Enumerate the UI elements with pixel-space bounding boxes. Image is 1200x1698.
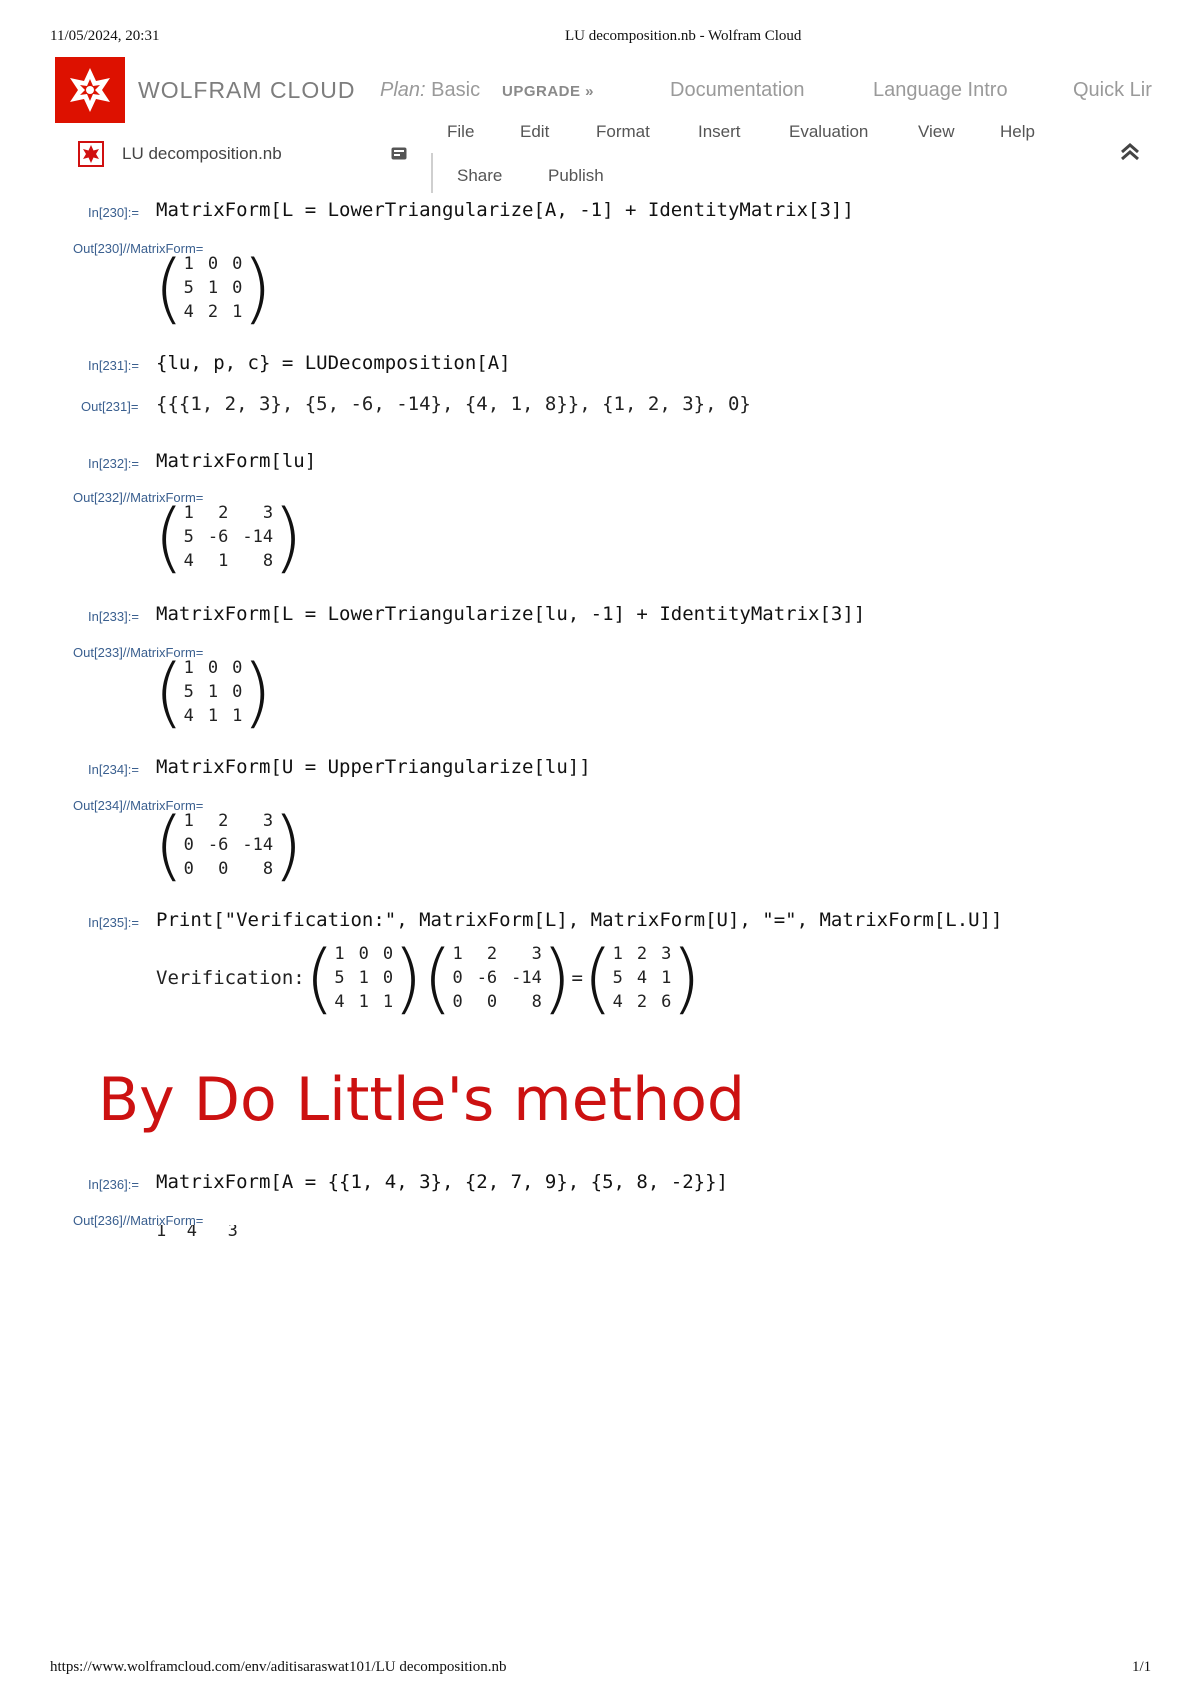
menu-format[interactable]: Format — [596, 122, 650, 142]
output-matrix: ( 123 0 -6 -14 008 ) — [154, 807, 303, 883]
toolbar-divider — [431, 153, 433, 193]
input-code[interactable]: MatrixForm[lu] — [156, 450, 316, 472]
output-matrix-clipped: 1 4 3 — [156, 1225, 276, 1237]
section-heading: By Do Little's method — [98, 1065, 745, 1135]
input-code[interactable]: MatrixForm[L = LowerTriangularize[A, -1]… — [156, 199, 854, 221]
right-paren: ) — [242, 243, 273, 332]
double-chevron-up-icon[interactable] — [1120, 143, 1140, 166]
input-label: In[230]:= — [88, 205, 139, 220]
input-code[interactable]: MatrixForm[U = UpperTriangularize[lu]] — [156, 756, 591, 778]
verification-label: Verification: — [156, 967, 305, 989]
wolfram-logo[interactable] — [55, 57, 125, 123]
output-result: {{{1, 2, 3}, {5, -6, -14}, {4, 1, 8}}, {… — [156, 393, 751, 415]
input-label: In[235]:= — [88, 915, 139, 930]
right-paren: ) — [242, 647, 273, 736]
print-page-number: 1/1 — [1132, 1659, 1152, 1675]
matrix-grid: 123 0 -6 -14 008 — [183, 811, 274, 879]
input-code[interactable]: {lu, p, c} = LUDecomposition[A] — [156, 352, 511, 374]
plan-value: Basic — [431, 79, 481, 101]
notebook-title[interactable]: LU decomposition.nb — [122, 144, 282, 164]
input-label: In[233]:= — [88, 609, 139, 624]
menu-edit[interactable]: Edit — [520, 122, 549, 142]
matrix-u: ( 123 0 -6 -14 008 ) — [422, 933, 572, 1022]
output-matrix: ( 100 510 411 ) — [154, 654, 272, 730]
print-url: https://www.wolframcloud.com/env/aditisa… — [50, 1659, 507, 1675]
output-label: Out[231]= — [81, 399, 139, 414]
output-matrix: ( 100 510 421 ) — [154, 250, 272, 326]
input-label: In[236]:= — [88, 1177, 139, 1192]
input-code[interactable]: Print["Verification:", MatrixForm[L], Ma… — [156, 909, 1002, 931]
print-page-title: LU decomposition.nb - Wolfram Cloud — [565, 28, 802, 44]
quick-links-link[interactable]: Quick Lir — [1073, 79, 1152, 102]
menu-evaluation[interactable]: Evaluation — [789, 122, 868, 142]
menu-insert[interactable]: Insert — [698, 122, 741, 142]
upgrade-link[interactable]: UPGRADE » — [502, 83, 594, 100]
verification-output: Verification: ( 100 510 411 ) ( 123 0 -6-… — [156, 940, 701, 1016]
plan-prefix: Plan: — [380, 79, 426, 101]
matrix-grid: 100 510 421 — [183, 254, 243, 322]
input-code[interactable]: MatrixForm[L = LowerTriangularize[lu, -1… — [156, 603, 865, 625]
output-matrix: ( 123 5 -6 -14 418 ) — [154, 499, 303, 575]
wolfram-spikey-icon — [70, 68, 110, 112]
right-paren: ) — [273, 492, 303, 581]
equals-sign: = — [571, 967, 583, 989]
input-label: In[232]:= — [88, 456, 139, 471]
input-label: In[234]:= — [88, 762, 139, 777]
documentation-link[interactable]: Documentation — [670, 79, 805, 102]
right-paren: ) — [273, 800, 303, 889]
language-intro-link[interactable]: Language Intro — [873, 79, 1008, 102]
left-paren: ( — [154, 647, 184, 736]
matrix-grid: 123 5 -6 -14 418 — [183, 503, 274, 571]
panel-icon[interactable] — [391, 147, 407, 160]
input-code[interactable]: MatrixForm[A = {{1, 4, 3}, {2, 7, 9}, {5… — [156, 1171, 728, 1193]
print-datetime: 11/05/2024, 20:31 — [50, 28, 160, 44]
matrix-lu-product: ( 123 541 426 ) — [583, 933, 702, 1022]
brand-name[interactable]: WOLFRAM CLOUD — [138, 77, 355, 104]
left-paren: ( — [154, 800, 184, 889]
matrix-grid: 100 510 411 — [183, 658, 243, 726]
menu-help[interactable]: Help — [1000, 122, 1035, 142]
menu-file[interactable]: File — [447, 122, 474, 142]
left-paren: ( — [154, 492, 184, 581]
matrix-l: ( 100 510 411 ) — [304, 933, 423, 1022]
input-label: In[231]:= — [88, 358, 139, 373]
left-paren: ( — [154, 243, 184, 332]
publish-button[interactable]: Publish — [548, 166, 604, 186]
share-button[interactable]: Share — [457, 166, 502, 186]
notebook-icon — [78, 141, 104, 167]
menu-view[interactable]: View — [918, 122, 955, 142]
plan-indicator[interactable]: Plan: Basic — [380, 79, 480, 102]
partial-matrix-row: 1 4 3 — [156, 1225, 238, 1237]
